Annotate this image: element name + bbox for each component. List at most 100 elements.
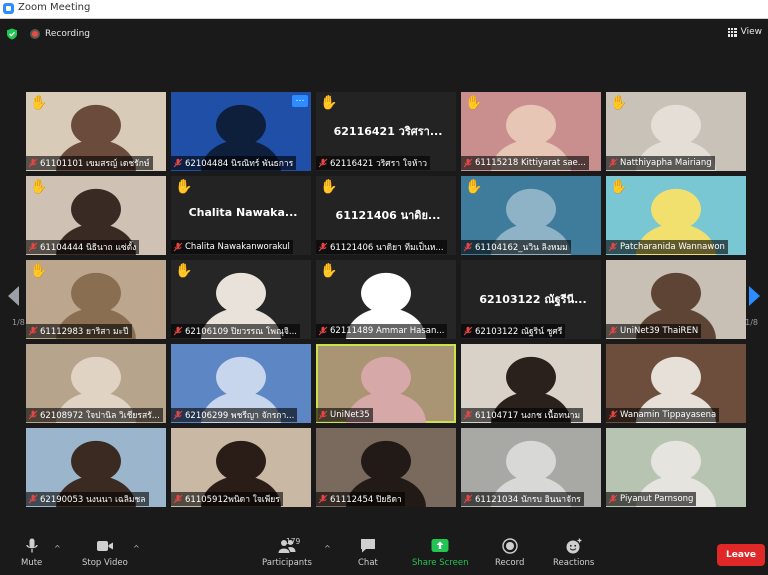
recording-indicator[interactable]: Recording	[30, 27, 90, 41]
view-button[interactable]: View	[727, 27, 762, 37]
participant-tile[interactable]: 61105912พนิดา ใจเพียร	[171, 428, 311, 507]
participant-name: 61104162_นวิน ลิงหมม	[475, 243, 568, 253]
participant-name: Patcharanida Wannawon	[620, 242, 725, 252]
participant-tile[interactable]: ✋ 62111489 Ammar Hasan...	[316, 260, 456, 339]
participant-name: 61104717 นงกช เนื้อทนาม	[475, 411, 581, 421]
share-screen-label: Share Screen	[412, 558, 469, 568]
participant-tile[interactable]: Wanamin Tippayasena	[606, 344, 746, 423]
record-icon	[30, 29, 40, 39]
muted-mic-icon	[608, 326, 618, 336]
participant-name-bar: 61121406 นาดิยา ทีมเป็นห...	[316, 240, 447, 254]
mute-button[interactable]: Mute	[21, 538, 42, 568]
raised-hand-icon: ✋	[465, 179, 483, 195]
chat-icon	[360, 539, 375, 553]
reactions-label: Reactions	[553, 558, 595, 568]
participant-name: 62116421 วริศรา ใจห้าว	[330, 159, 428, 169]
muted-mic-icon	[463, 410, 473, 420]
participant-name: Natthiyapha Mairiang	[620, 158, 712, 168]
participant-tile[interactable]: … 62104484 นิรณิทร์ พันธการ	[171, 92, 311, 171]
participant-grid: ✋ 61101101 เขมสรญ์ เดชรักษ์ … 62104484 นิรณ…	[26, 92, 746, 507]
raised-hand-icon: ✋	[320, 95, 338, 111]
reactions-icon	[566, 538, 582, 554]
participant-tile[interactable]: ✋ 61101101 เขมสรญ์ เดชรักษ์	[26, 92, 166, 171]
participant-tile[interactable]: ✋ 61115218 Kittiyarat sae...	[461, 92, 601, 171]
participant-tile[interactable]: UniNet35	[316, 344, 456, 423]
raised-hand-icon: ✋	[610, 179, 628, 195]
muted-mic-icon	[463, 158, 473, 168]
share-screen-icon	[431, 539, 449, 552]
participant-name: 62106109 ปิยวรรณ โพณุจิ...	[185, 327, 297, 337]
page-indicator-right: 1/8	[745, 318, 758, 327]
participant-tile[interactable]: Chalita Nawaka... ✋ Chalita Nawakanworakul	[171, 176, 311, 255]
participant-tile[interactable]: 62106299 พชรีญา จักรกา...	[171, 344, 311, 423]
participant-tile[interactable]: 61112454 ปิยธิดา	[316, 428, 456, 507]
record-label: Record	[495, 558, 525, 568]
participant-tile[interactable]: 62190053 นงนนา เฉลิมชล	[26, 428, 166, 507]
muted-mic-icon	[318, 494, 328, 504]
muted-mic-icon	[28, 494, 38, 504]
participant-name: Chalita Nawakanworakul	[185, 242, 290, 252]
participant-tile[interactable]: 61121406 นาดิย... ✋ 61121406 นาดิยา ทีมเป็…	[316, 176, 456, 255]
reactions-button[interactable]: Reactions	[553, 538, 594, 568]
participant-name: Piyanut Parnsong	[620, 494, 694, 504]
participant-name-bar: 62190053 นงนนา เฉลิมชล	[26, 492, 149, 506]
chevron-right-icon[interactable]	[746, 285, 762, 307]
participant-name: Wanamin Tippayasena	[620, 410, 717, 420]
participant-name-bar: 62103122 ณัฐริน์ ชูศรี	[461, 324, 566, 338]
participant-tile[interactable]: ✋ Patcharanida Wannawon	[606, 176, 746, 255]
raised-hand-icon: ✋	[320, 179, 338, 195]
participant-name: 62108972 ใจปานิล วิเชียรสรั...	[40, 411, 160, 421]
participant-name-bar: 62111489 Ammar Hasan...	[316, 324, 448, 338]
participant-tile[interactable]: Piyanut Parnsong	[606, 428, 746, 507]
participant-tile[interactable]: 62103122 ณัฐรีนี... 62103122 ณัฐริน์ ชูศร…	[461, 260, 601, 339]
participant-name: 61101101 เขมสรญ์ เดชรักษ์	[40, 159, 150, 169]
record-button[interactable]: Record	[495, 538, 524, 568]
participant-tile[interactable]: 61104717 นงกช เนื้อทนาม	[461, 344, 601, 423]
chat-button[interactable]: Chat	[358, 538, 378, 568]
participant-name: 62111489 Ammar Hasan...	[330, 326, 445, 336]
raised-hand-icon: ✋	[175, 263, 193, 279]
participant-display-name: 62103122 ณัฐรีนี...	[479, 293, 587, 306]
muted-mic-icon	[28, 326, 38, 336]
zoom-logo-icon	[3, 3, 14, 14]
more-icon[interactable]: …	[292, 95, 308, 107]
participant-tile[interactable]: 62108972 ใจปานิล วิเชียรสรั...	[26, 344, 166, 423]
muted-mic-icon	[173, 242, 183, 252]
raised-hand-icon: ✋	[465, 95, 483, 111]
grid-icon	[727, 27, 737, 37]
share-screen-button[interactable]: Share Screen	[412, 538, 468, 568]
muted-mic-icon	[28, 158, 38, 168]
leave-button[interactable]: Leave	[717, 544, 765, 566]
raised-hand-icon: ✋	[30, 263, 48, 279]
participants-options-caret[interactable]: ^	[324, 544, 331, 553]
participant-name-bar: Chalita Nawakanworakul	[171, 240, 293, 254]
participant-name-bar: Piyanut Parnsong	[606, 492, 697, 506]
mute-options-caret[interactable]: ^	[54, 544, 61, 553]
participant-name-bar: Patcharanida Wannawon	[606, 240, 728, 254]
participant-tile[interactable]: 62116421 วริศรา... ✋ 62116421 วริศรา ใจห้า…	[316, 92, 456, 171]
participants-button[interactable]: 179 Participants	[262, 537, 312, 568]
muted-mic-icon	[463, 494, 473, 504]
video-camera-icon	[96, 541, 113, 551]
participant-tile[interactable]: UniNet39 ThaiREN	[606, 260, 746, 339]
participant-name-bar: 61104162_นวิน ลิงหมม	[461, 240, 571, 254]
participant-tile[interactable]: ✋ 61112983 ยาริสา มะปี	[26, 260, 166, 339]
muted-mic-icon	[318, 158, 328, 168]
participant-name: UniNet39 ThaiREN	[620, 326, 699, 336]
participant-tile[interactable]: ✋ 61104162_นวิน ลิงหมม	[461, 176, 601, 255]
video-options-caret[interactable]: ^	[133, 544, 140, 553]
participant-tile[interactable]: ✋ Natthiyapha Mairiang	[606, 92, 746, 171]
muted-mic-icon	[608, 494, 618, 504]
shield-icon[interactable]	[6, 28, 18, 40]
muted-mic-icon	[318, 410, 328, 420]
participant-name-bar: 62108972 ใจปานิล วิเชียรสรั...	[26, 408, 163, 422]
muted-mic-icon	[463, 242, 473, 252]
chevron-left-icon[interactable]	[6, 285, 22, 307]
stop-video-button[interactable]: Stop Video	[82, 538, 128, 568]
participant-name-bar: 62106299 พชรีญา จักรกา...	[171, 408, 298, 422]
participant-tile[interactable]: 61121034 นักรบ อินนาจักร	[461, 428, 601, 507]
raised-hand-icon: ✋	[30, 179, 48, 195]
participant-tile[interactable]: ✋ 61104444 นิธินาถ แซ่ตั้ง	[26, 176, 166, 255]
raised-hand-icon: ✋	[175, 179, 193, 195]
participant-tile[interactable]: ✋ 62106109 ปิยวรรณ โพณุจิ...	[171, 260, 311, 339]
